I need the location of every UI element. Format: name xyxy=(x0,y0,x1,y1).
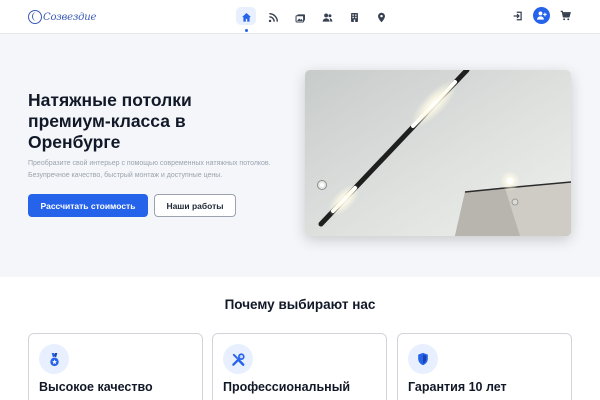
hero-section: Натяжные потолки премиум-класса в Оренбу… xyxy=(0,34,600,277)
feature-title: Профессиональный монтаж xyxy=(223,380,351,400)
building-icon xyxy=(351,12,358,22)
feature-card-installation: Профессиональный монтаж xyxy=(212,333,387,400)
hero-ceiling-photo xyxy=(305,70,571,236)
feature-title: Высокое качество xyxy=(39,380,153,394)
hero-subtitle: Преобразите свой интерьер с помощью совр… xyxy=(28,160,271,179)
nav-contacts[interactable] xyxy=(368,6,395,28)
nav-home[interactable] xyxy=(233,6,260,32)
user-add-icon[interactable] xyxy=(533,7,550,24)
cart-icon[interactable] xyxy=(558,9,572,23)
our-works-button[interactable]: Наши работы xyxy=(154,194,236,217)
location-pin-icon xyxy=(378,12,385,22)
medal-icon xyxy=(39,344,69,374)
calculate-cost-button[interactable]: Рассчитать стоимость xyxy=(28,194,148,217)
shield-check-icon xyxy=(408,344,438,374)
nav-blog[interactable] xyxy=(260,6,287,28)
nav-team[interactable] xyxy=(314,6,341,28)
hero-title: Натяжные потолки премиум-класса в Оренбу… xyxy=(28,90,192,152)
login-icon[interactable] xyxy=(511,9,525,23)
nav-gallery[interactable] xyxy=(287,6,314,28)
header-actions xyxy=(511,7,572,24)
nav-company[interactable] xyxy=(341,6,368,28)
feature-card-quality: Высокое качество xyxy=(28,333,203,400)
rss-icon xyxy=(268,12,278,22)
team-icon xyxy=(322,13,333,22)
features-title: Почему выбирают нас xyxy=(224,297,376,312)
site-header: Созвездие xyxy=(0,0,600,34)
logo-text: Созвездие xyxy=(43,11,97,23)
main-nav xyxy=(233,6,395,32)
feature-title: Гарантия 10 лет xyxy=(408,380,507,394)
gallery-icon xyxy=(295,13,305,22)
active-indicator xyxy=(245,29,248,32)
logo[interactable]: Созвездие xyxy=(28,8,108,26)
tools-icon xyxy=(223,344,253,374)
logo-mark-icon xyxy=(28,10,42,24)
home-icon xyxy=(242,12,251,22)
feature-card-warranty: Гарантия 10 лет xyxy=(397,333,572,400)
